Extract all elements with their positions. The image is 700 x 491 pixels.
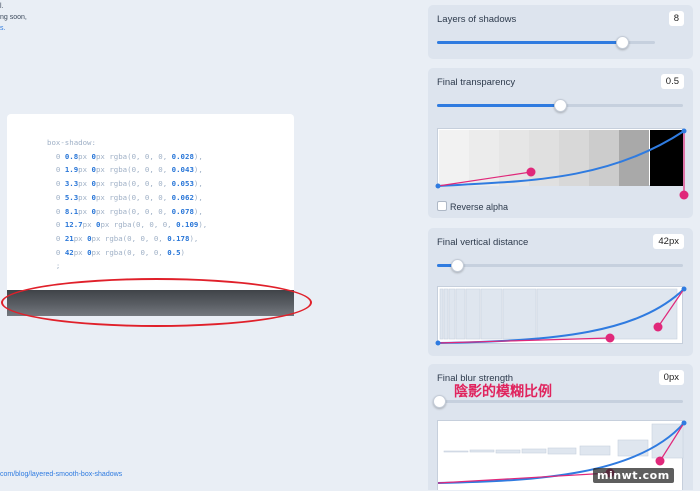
code-y-offset: 1.9 (64, 165, 79, 175)
intro-text-fragment-1: l. (0, 3, 4, 10)
distance-handle-2[interactable] (653, 322, 663, 332)
distance-title: Final vertical distance (437, 237, 529, 248)
distance-curve-svg (435, 286, 687, 346)
distance-bars (439, 288, 678, 340)
transparency-slider-fill (437, 104, 560, 107)
layers-slider[interactable] (437, 36, 655, 49)
intro-text-fragment-2: ng soon, (0, 14, 27, 21)
code-y-offset: 12.7 (64, 220, 83, 230)
code-terminator: ; (47, 261, 61, 271)
reverse-alpha-label: Reverse alpha (450, 202, 509, 212)
code-y-offset: 0.8 (64, 151, 79, 161)
blur-handle-line-1 (437, 472, 611, 484)
transparency-value[interactable]: 0.5 (660, 74, 684, 89)
alpha-swatches (439, 130, 683, 186)
blur-bars (443, 423, 684, 459)
watermark: minwt.com (593, 468, 674, 483)
highlight-oval (1, 278, 312, 327)
css-code-block: box-shadow: 0 0.8px 0px rgba(0, 0, 0, 0.… (47, 136, 207, 273)
blur-end-point (681, 420, 687, 426)
layers-panel: Layers of shadows 8 (428, 5, 693, 59)
layers-slider-thumb[interactable] (616, 36, 630, 49)
code-alpha: 0.028 (171, 151, 194, 161)
code-alpha: 0.178 (167, 233, 190, 243)
code-alpha: 0.053 (171, 179, 194, 189)
distance-slider[interactable] (437, 259, 683, 272)
article-link[interactable]: com/blog/layered-smooth-box-shadows (0, 471, 122, 478)
code-line: 0 5.3px 0px rgba(0, 0, 0, 0.062), (47, 192, 203, 202)
layers-slider-fill (437, 41, 623, 44)
code-alpha: 0.078 (171, 206, 194, 216)
code-line: 0 12.7px 0px rgba(0, 0, 0, 0.109), (47, 220, 208, 230)
transparency-curve-graph[interactable] (435, 128, 689, 200)
code-y-offset: 42 (64, 247, 74, 257)
code-y-offset: 5.3 (64, 192, 79, 202)
code-line: 0 8.1px 0px rgba(0, 0, 0, 0.078), (47, 206, 203, 216)
code-alpha: 0.109 (176, 220, 199, 230)
layers-value[interactable]: 8 (668, 11, 684, 26)
code-line: 0 21px 0px rgba(0, 0, 0, 0.178), (47, 233, 199, 243)
code-alpha: 0.5 (167, 247, 181, 257)
transparency-panel: Final transparency 0.5 Reverse alpha (428, 68, 693, 218)
code-line: 0 42px 0px rgba(0, 0, 0, 0.5) (47, 247, 185, 257)
distance-curve-graph[interactable] (435, 286, 687, 346)
blur-handle-2[interactable] (655, 456, 665, 466)
intro-link-fragment[interactable]: s. (0, 25, 5, 32)
code-line: 0 3.3px 0px rgba(0, 0, 0, 0.053), (47, 179, 203, 189)
transparency-curve-svg (435, 128, 689, 200)
reverse-alpha-checkbox[interactable] (437, 201, 447, 211)
code-line: 0 1.9px 0px rgba(0, 0, 0, 0.043), (47, 165, 203, 175)
distance-start-point (435, 340, 441, 346)
reverse-alpha-toggle[interactable]: Reverse alpha (437, 201, 508, 212)
transparency-title: Final transparency (437, 77, 516, 88)
code-alpha: 0.062 (171, 192, 194, 202)
code-property: box-shadow: (47, 138, 96, 147)
distance-end-point (681, 286, 687, 292)
curve-handle-2[interactable] (679, 190, 689, 200)
curve-handle-1[interactable] (526, 167, 536, 177)
blur-slider-thumb[interactable] (433, 395, 446, 408)
transparency-slider-thumb[interactable] (554, 99, 567, 112)
code-y-offset: 8.1 (64, 206, 79, 216)
distance-value[interactable]: 42px (653, 234, 684, 249)
code-y-offset: 3.3 (64, 179, 79, 189)
curve-start-point (435, 183, 441, 189)
distance-handle-1[interactable] (605, 333, 615, 343)
code-line: 0 0.8px 0px rgba(0, 0, 0, 0.028), (47, 151, 203, 161)
blur-value[interactable]: 0px (658, 370, 684, 385)
code-y-offset: 21 (64, 233, 74, 243)
transparency-slider[interactable] (437, 99, 683, 112)
curve-end-point (681, 128, 687, 134)
chinese-annotation: 陰影的模糊比例 (454, 384, 552, 400)
distance-slider-thumb[interactable] (450, 259, 464, 272)
code-alpha: 0.043 (171, 165, 194, 175)
layers-title: Layers of shadows (437, 14, 517, 25)
code-output-card: box-shadow: 0 0.8px 0px rgba(0, 0, 0, 0.… (7, 114, 294, 290)
distance-panel: Final vertical distance 42px (428, 228, 693, 356)
